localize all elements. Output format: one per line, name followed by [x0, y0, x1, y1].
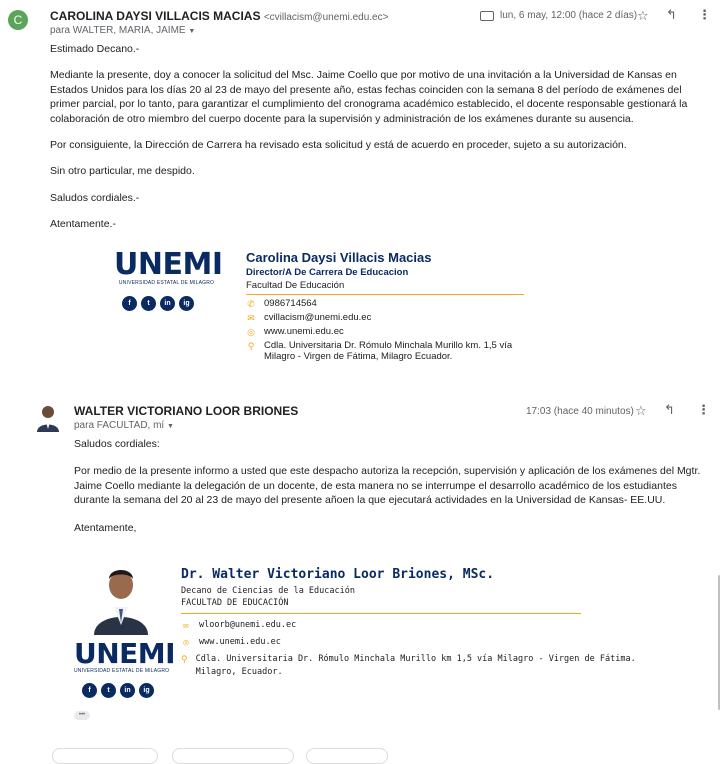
email-body: Estimado Decano.- Mediante la presente, … — [50, 42, 710, 232]
globe-icon: ◎ — [247, 327, 255, 337]
scrollbar-thumb[interactable] — [718, 575, 720, 710]
contact-email: ✉ wloorb@unemi.edu.ec — [181, 620, 581, 632]
sender-avatar[interactable]: C — [8, 10, 28, 30]
signature-block: Carolina Daysi Villacis Macias Director/… — [246, 250, 524, 362]
greeting: Estimado Decano.- — [50, 43, 140, 55]
twitter-icon[interactable]: t — [101, 683, 116, 698]
timestamp: lun, 6 may, 12:00 (hace 2 días) — [500, 10, 638, 21]
contact-web: ◎ www.unemi.edu.ec — [246, 326, 524, 338]
label-icon — [480, 10, 494, 21]
more-vert-icon[interactable]: ⋮ — [698, 8, 711, 22]
recipients-toggle[interactable]: para WALTER, MARIA, JAIME ▼ — [50, 25, 195, 36]
reply-icon[interactable]: ↰ — [666, 8, 677, 22]
contact-web: ◎ www.unemi.edu.ec — [181, 637, 581, 649]
sender-name-text: CAROLINA DAYSI VILLACIS MACIAS — [50, 9, 261, 23]
globe-icon: ◎ — [183, 638, 189, 648]
chevron-down-icon: ▼ — [167, 423, 174, 430]
web-link[interactable]: www.unemi.edu.ec — [199, 637, 281, 647]
phone-number: 0986714564 — [264, 298, 317, 309]
body-paragraph: Sin otro particular, me despido. — [50, 165, 195, 178]
mail-icon: ✉ — [247, 313, 255, 323]
location-pin-icon: ⚲ — [247, 341, 255, 351]
address-line: Cdla. Universitaria Dr. Rómulo Minchala … — [195, 654, 636, 664]
reply-icon[interactable]: ↰ — [664, 403, 675, 417]
forward-chip[interactable] — [306, 748, 388, 764]
star-icon[interactable]: ☆ — [637, 9, 649, 23]
signature-block: Dr. Walter Victoriano Loor Briones, MSc.… — [181, 567, 636, 677]
body-paragraph: Mediante la presente, doy a conocer la s… — [50, 69, 688, 125]
address: Cdla. Universitaria Dr. Rómulo Minchala … — [264, 340, 513, 362]
recipients-toggle[interactable]: para FACULTAD, mí ▼ — [74, 420, 174, 431]
greeting: Saludos cordiales: — [74, 438, 160, 450]
avatar-letter: C — [13, 13, 23, 27]
signature-photo — [90, 563, 152, 635]
contact-phone: ✆ 0986714564 — [246, 298, 524, 310]
instagram-icon[interactable]: ig — [139, 683, 154, 698]
reply-all-chip[interactable] — [172, 748, 294, 764]
address: Cdla. Universitaria Dr. Rómulo Minchala … — [196, 654, 636, 677]
signature-title: Decano de Ciencias de la Educación — [181, 586, 355, 596]
body-paragraph: Por consiguiente, la Dirección de Carrer… — [50, 139, 627, 152]
signature-title: Director/A De Carrera De Educacion — [246, 267, 409, 278]
more-vert-icon[interactable]: ⋮ — [697, 403, 710, 417]
logo-subtitle: UNIVERSIDAD ESTATAL DE MILAGRO — [74, 668, 170, 674]
signature-faculty: Facultad De Educación — [246, 280, 524, 295]
closing: Atentamente.- — [50, 218, 116, 231]
facebook-icon[interactable]: f — [122, 296, 137, 311]
reply-chip[interactable] — [52, 748, 158, 764]
signature-name: Carolina Daysi Villacis Macias — [246, 250, 432, 265]
recipients-text: para WALTER, MARIA, JAIME — [50, 25, 186, 36]
email-link[interactable]: cvillacism@unemi.edu.ec — [264, 312, 371, 323]
chevron-down-icon: ▼ — [188, 28, 196, 35]
logo-text: UNEMI — [114, 247, 223, 282]
sender-avatar[interactable] — [36, 404, 60, 432]
social-links: f t in ig — [82, 683, 154, 698]
unemi-logo: UNEMI UNIVERSIDAD ESTATAL DE MILAGRO — [114, 247, 223, 287]
sender-name[interactable]: WALTER VICTORIANO LOOR BRIONES — [74, 404, 298, 418]
logo-subtitle: UNIVERSIDAD ESTATAL DE MILAGRO — [118, 280, 215, 286]
twitter-icon[interactable]: t — [141, 296, 156, 311]
contact-address: ⚲ Cdla. Universitaria Dr. Rómulo Minchal… — [181, 654, 636, 677]
closing: Atentamente, — [74, 521, 137, 534]
email-link[interactable]: wloorb@unemi.edu.ec — [199, 620, 296, 630]
sender-name[interactable]: CAROLINA DAYSI VILLACIS MACIAS <cvillaci… — [50, 9, 388, 23]
mail-icon: ✉ — [183, 621, 189, 631]
contact-address: ⚲ Cdla. Universitaria Dr. Rómulo Minchal… — [246, 340, 524, 362]
email-body: Saludos cordiales: Por medio de la prese… — [74, 437, 712, 535]
timestamp: 17:03 (hace 40 minutos) — [526, 406, 634, 417]
star-icon[interactable]: ☆ — [635, 404, 647, 418]
unemi-logo: UNEMI UNIVERSIDAD ESTATAL DE MILAGRO — [74, 637, 176, 675]
show-trimmed-content-button[interactable]: ••• — [74, 711, 90, 720]
signature-name: Dr. Walter Victoriano Loor Briones, MSc. — [181, 567, 495, 582]
address-line: Milagro, Ecuador. — [195, 667, 283, 677]
sender-email: <cvillacism@unemi.edu.ec> — [263, 12, 389, 23]
social-links: f t in ig — [122, 296, 194, 311]
web-link[interactable]: www.unemi.edu.ec — [264, 326, 344, 337]
person-photo-icon — [37, 406, 59, 432]
facebook-icon[interactable]: f — [82, 683, 97, 698]
contact-email: ✉ cvillacism@unemi.edu.ec — [246, 312, 524, 324]
signature-faculty: FACULTAD DE EDUCACIÓN — [181, 598, 581, 614]
recipients-text: para FACULTAD, mí — [74, 420, 165, 431]
body-paragraph: Por medio de la presente informo a usted… — [74, 465, 701, 507]
ellipsis-icon: ••• — [78, 712, 86, 718]
logo-text: UNEMI — [74, 637, 176, 670]
body-paragraph: Saludos cordiales.- — [50, 191, 140, 204]
linkedin-icon[interactable]: in — [120, 683, 135, 698]
instagram-icon[interactable]: ig — [179, 296, 194, 311]
location-pin-icon: ⚲ — [181, 655, 188, 665]
person-photo-icon — [94, 570, 148, 635]
linkedin-icon[interactable]: in — [160, 296, 175, 311]
email-meta: lun, 6 may, 12:00 (hace 2 días) — [480, 10, 637, 21]
phone-icon: ✆ — [247, 299, 255, 309]
